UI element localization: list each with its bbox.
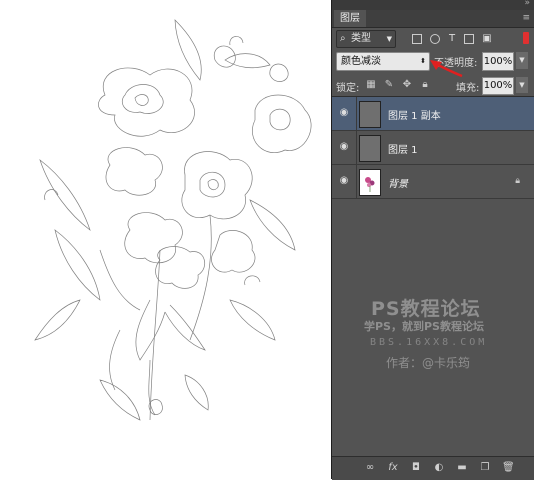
filter-kind-label: 类型 bbox=[351, 33, 371, 44]
layers-panel: » 图层 ≡ ⌕ 类型 ▼ T ▣ 颜色减淡 ⬍ 不透明度: 100% ▼ 锁定… bbox=[332, 0, 534, 480]
mask-icon[interactable]: ◘ bbox=[410, 462, 422, 474]
collapse-icon[interactable]: » bbox=[524, 0, 530, 8]
trash-icon[interactable]: 🗑︎ bbox=[502, 462, 515, 474]
lock-row: 锁定: ▦ ✎ ✥ 🔒︎ 填充: 100% ▼ bbox=[332, 74, 534, 97]
layer-thumbnail bbox=[359, 135, 381, 162]
eye-icon[interactable]: ◉ bbox=[338, 142, 350, 152]
lock-label: 锁定: bbox=[336, 83, 360, 94]
fx-icon[interactable]: fx bbox=[387, 462, 399, 474]
watermark-url: BBS.16XX8.COM bbox=[370, 337, 488, 348]
lock-brush-icon[interactable]: ✎ bbox=[384, 80, 394, 90]
flower-lineart bbox=[34, 19, 312, 421]
link-icon[interactable]: ∞ bbox=[364, 462, 376, 474]
fill-slider-button[interactable]: ▼ bbox=[516, 77, 528, 93]
opacity-label: 不透明度: bbox=[434, 58, 478, 69]
canvas-area[interactable] bbox=[0, 0, 331, 479]
layer-row[interactable]: ◉ 图层 1 副本 bbox=[332, 97, 534, 131]
smart-object-filter-icon[interactable]: ▣ bbox=[481, 33, 493, 45]
blend-row: 颜色减淡 ⬍ 不透明度: 100% ▼ bbox=[332, 51, 534, 71]
shape-filter-icon[interactable] bbox=[464, 34, 474, 44]
flower-thumbnail-icon bbox=[365, 177, 375, 192]
watermark-author: 作者：@卡乐筠 bbox=[386, 356, 471, 370]
blend-mode-label: 颜色减淡 bbox=[341, 56, 381, 67]
lock-transparent-icon[interactable]: ▦ bbox=[366, 80, 376, 90]
adjustment-icon[interactable]: ◐ bbox=[433, 462, 445, 474]
chevron-down-icon: ▼ bbox=[386, 35, 392, 43]
opacity-slider-button[interactable]: ▼ bbox=[516, 52, 528, 69]
panel-titlebar: » bbox=[332, 0, 534, 10]
layer-row[interactable]: ◉ 图层 1 bbox=[332, 131, 534, 165]
eye-icon[interactable]: ◉ bbox=[338, 176, 350, 186]
blend-mode-select[interactable]: 颜色减淡 ⬍ bbox=[336, 52, 430, 71]
tab-layers[interactable]: 图层 bbox=[334, 10, 366, 27]
layer-name[interactable]: 图层 1 bbox=[388, 141, 418, 156]
filter-kind-select[interactable]: ⌕ 类型 ▼ bbox=[336, 30, 396, 48]
lock-move-icon[interactable]: ✥ bbox=[402, 80, 412, 90]
new-layer-icon[interactable]: ❐ bbox=[479, 462, 491, 474]
opacity-input[interactable]: 100% bbox=[482, 52, 514, 71]
watermark-slogan: 学PS，就到PS教程论坛 bbox=[364, 320, 484, 333]
layer-thumbnail bbox=[359, 169, 381, 196]
panel-menu-icon[interactable]: ≡ bbox=[522, 13, 530, 23]
layer-row[interactable]: ◉ 背景 🔒︎ bbox=[332, 165, 534, 199]
up-down-arrows-icon: ⬍ bbox=[420, 57, 426, 65]
fill-input[interactable]: 100% bbox=[482, 77, 514, 95]
filter-row: ⌕ 类型 ▼ T ▣ bbox=[332, 28, 534, 50]
type-filter-icon[interactable]: T bbox=[446, 33, 458, 45]
search-icon: ⌕ bbox=[340, 33, 346, 44]
layer-thumbnail bbox=[359, 101, 381, 128]
layer-name[interactable]: 图层 1 副本 bbox=[388, 107, 441, 122]
pixel-filter-icon[interactable] bbox=[412, 34, 422, 44]
lock-all-icon[interactable]: 🔒︎ bbox=[420, 80, 430, 90]
folder-icon[interactable]: ▬ bbox=[456, 462, 468, 474]
panel-tab-row: 图层 ≡ bbox=[332, 10, 534, 28]
eye-icon[interactable]: ◉ bbox=[338, 108, 350, 118]
watermark-title: PS教程论坛 bbox=[371, 298, 481, 320]
fill-label: 填充: bbox=[456, 83, 480, 94]
layers-list: ◉ 图层 1 副本 ◉ 图层 1 ◉ 背景 🔒︎ bbox=[332, 97, 534, 199]
adjustment-filter-icon[interactable] bbox=[430, 34, 440, 44]
lock-icon: 🔒︎ bbox=[515, 176, 520, 186]
filter-toggle[interactable] bbox=[523, 32, 529, 44]
panel-bottom-bar: ∞ fx ◘ ◐ ▬ ❐ 🗑︎ bbox=[332, 456, 534, 480]
layer-name[interactable]: 背景 bbox=[388, 175, 408, 190]
